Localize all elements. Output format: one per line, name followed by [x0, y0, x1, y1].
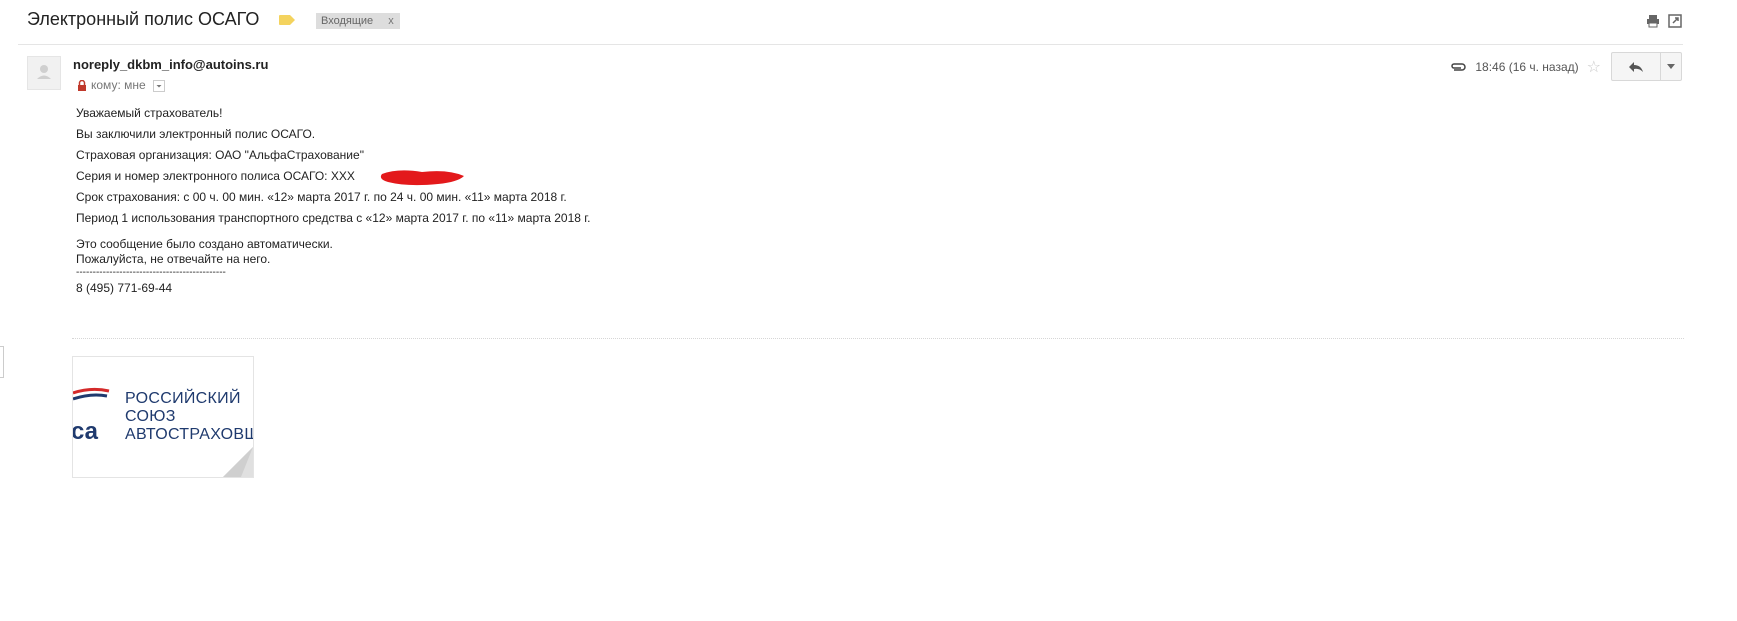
remove-label-button[interactable]: x — [388, 15, 394, 27]
recipient-line: кому: мне — [77, 78, 165, 92]
sender-avatar[interactable] — [27, 56, 61, 90]
recipient-label: кому: мне — [91, 78, 146, 92]
inbox-label-text: Входящие — [321, 15, 374, 27]
reply-icon — [1629, 61, 1643, 72]
more-actions-button[interactable] — [1660, 53, 1681, 80]
sender-email[interactable]: noreply_dkbm_info@autoins.ru — [73, 57, 268, 72]
svg-text:са: са — [73, 418, 99, 445]
no-reply-note: Пожалуйста, не отвечайте на него. — [76, 252, 271, 266]
message-body: Уважаемый страхователь! Вы заключили эле… — [76, 106, 591, 296]
side-panel-edge — [0, 346, 4, 378]
policy-number-line: Серия и номер электронного полиса ОСАГО:… — [76, 169, 355, 183]
label-tag-icon[interactable] — [279, 15, 295, 25]
print-icon[interactable] — [1646, 14, 1660, 28]
signature-separator: ----------------------------------------… — [76, 267, 226, 278]
greeting-line: Уважаемый страхователь! — [76, 106, 223, 120]
chevron-down-icon[interactable] — [152, 80, 165, 92]
inbox-label-chip[interactable]: Входящие x — [316, 13, 400, 29]
message-timestamp: 18:46 (16 ч. назад) — [1475, 59, 1579, 74]
message-actions: 18:46 (16 ч. назад) ☆ — [1449, 52, 1682, 81]
reply-button-group — [1611, 52, 1682, 81]
lock-icon — [78, 79, 86, 91]
open-in-new-window-icon[interactable] — [1668, 14, 1682, 28]
reply-button[interactable] — [1612, 53, 1660, 80]
header-divider — [18, 44, 1683, 45]
insurer-line: Страховая организация: ОАО "АльфаСтрахов… — [76, 148, 364, 162]
attachments-divider — [72, 338, 1684, 339]
attachment-thumbnail[interactable]: са РОССИЙСКИЙ СОЮЗ АВТОСТРАХОВЩИКОВ — [72, 356, 254, 478]
redaction-mark — [380, 170, 464, 186]
body-line: Вы заключили электронный полис ОСАГО. — [76, 127, 316, 141]
usage-period-line: Период 1 использования транспортного сре… — [76, 211, 591, 225]
star-icon[interactable]: ☆ — [1587, 57, 1601, 77]
signature-block: Это сообщение было создано автоматически… — [76, 237, 591, 296]
attachment-logo-text: РОССИЙСКИЙ СОЮЗ АВТОСТРАХОВЩИКОВ — [125, 390, 253, 443]
paperclip-icon — [1451, 62, 1467, 71]
thread-toolbar — [1646, 14, 1682, 28]
auto-note: Это сообщение было создано автоматически… — [76, 237, 333, 251]
email-subject: Электронный полис ОСАГО — [27, 9, 260, 29]
more-dropdown-icon — [1667, 64, 1675, 69]
contact-phone: 8 (495) 771-69-44 — [76, 281, 173, 295]
insurance-term-line: Срок страхования: с 00 ч. 00 мин. «12» м… — [76, 190, 567, 204]
